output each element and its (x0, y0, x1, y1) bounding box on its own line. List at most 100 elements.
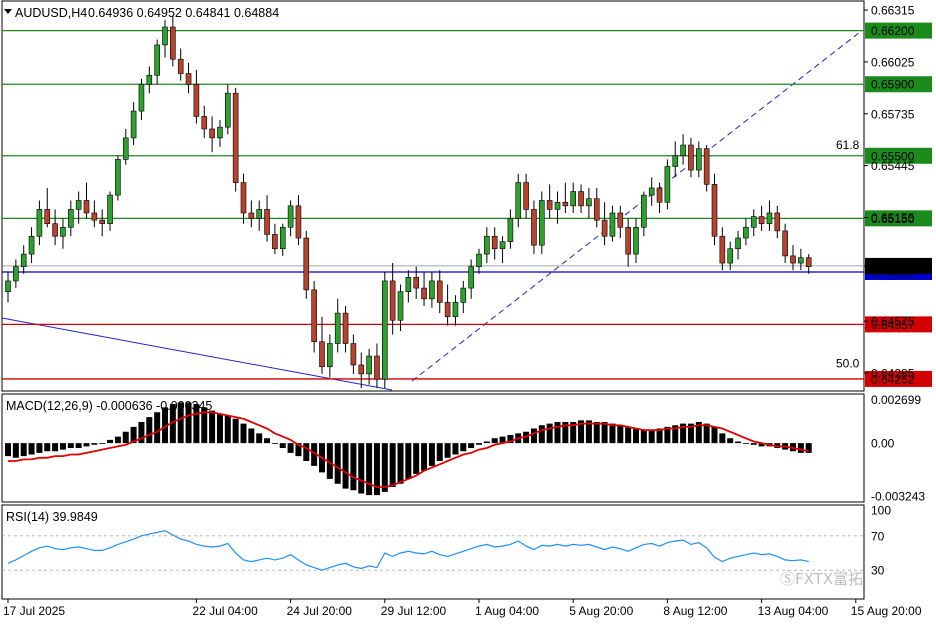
candle[interactable] (562, 182, 569, 213)
candle[interactable] (648, 177, 655, 206)
candle[interactable] (185, 62, 192, 94)
candle[interactable] (209, 116, 215, 153)
candle[interactable] (279, 223, 286, 256)
candle[interactable] (531, 200, 537, 255)
symbol-menu-icon[interactable] (4, 9, 12, 14)
candle[interactable] (695, 141, 702, 178)
candle[interactable] (758, 205, 765, 231)
candle[interactable] (170, 16, 176, 67)
candle[interactable] (507, 209, 514, 249)
candle[interactable] (468, 259, 474, 299)
candle[interactable] (515, 173, 522, 228)
candle[interactable] (303, 230, 310, 299)
candle[interactable] (36, 200, 43, 246)
candle[interactable] (342, 305, 349, 353)
candle[interactable] (13, 259, 19, 289)
candle[interactable] (83, 182, 90, 219)
candle[interactable] (711, 173, 718, 246)
time-tick-label: 22 Jul 04:00 (192, 604, 258, 618)
candle[interactable] (641, 191, 647, 237)
candle[interactable] (680, 134, 686, 165)
candle[interactable] (358, 352, 365, 389)
candle[interactable] (570, 182, 577, 213)
candle[interactable] (225, 84, 231, 135)
candle[interactable] (107, 191, 113, 231)
candle[interactable] (609, 205, 616, 242)
candle[interactable] (154, 39, 160, 85)
candle[interactable] (601, 202, 608, 246)
candle[interactable] (546, 184, 553, 219)
candle[interactable] (703, 145, 710, 192)
candle[interactable] (193, 69, 200, 124)
candle[interactable] (122, 128, 129, 165)
candle[interactable] (578, 184, 584, 213)
candle[interactable] (201, 105, 208, 138)
candle[interactable] (287, 200, 294, 237)
candle[interactable] (499, 236, 506, 264)
candle[interactable] (327, 334, 333, 378)
candle[interactable] (805, 254, 812, 274)
candle[interactable] (52, 209, 58, 246)
candle[interactable] (99, 209, 105, 237)
candle[interactable] (232, 87, 239, 192)
candle[interactable] (750, 209, 757, 237)
candle[interactable] (664, 159, 671, 210)
candle[interactable] (436, 270, 443, 314)
candle[interactable] (586, 187, 592, 219)
candle[interactable] (688, 137, 694, 178)
candle[interactable] (381, 271, 388, 389)
candle[interactable] (421, 271, 427, 306)
candle[interactable] (295, 195, 302, 246)
macd-bar (91, 443, 98, 445)
candle[interactable] (350, 334, 357, 374)
candle[interactable] (484, 227, 490, 264)
candle[interactable] (130, 102, 137, 146)
candle[interactable] (476, 248, 482, 274)
candle[interactable] (617, 205, 624, 239)
candle[interactable] (766, 200, 773, 231)
candle[interactable] (790, 245, 796, 271)
candle[interactable] (334, 298, 341, 353)
candle[interactable] (491, 227, 498, 260)
candle[interactable] (240, 173, 247, 224)
candle[interactable] (719, 227, 726, 271)
candle[interactable] (538, 191, 545, 255)
candle[interactable] (68, 200, 74, 237)
candle[interactable] (319, 316, 325, 374)
candle[interactable] (256, 200, 263, 231)
candle[interactable] (44, 187, 51, 228)
candle[interactable] (798, 248, 804, 271)
candle[interactable] (672, 141, 679, 178)
candle[interactable] (91, 200, 98, 228)
candle[interactable] (782, 223, 788, 264)
candle[interactable] (774, 205, 781, 239)
candle[interactable] (374, 343, 380, 389)
candle[interactable] (460, 280, 467, 314)
candle[interactable] (593, 187, 600, 228)
audusd-h4-chart[interactable]: 61.850.0 0.662000.659000.655000.651500.6… (0, 0, 936, 624)
candle[interactable] (28, 227, 35, 264)
candle[interactable] (248, 200, 255, 228)
candle[interactable] (162, 19, 168, 58)
candle[interactable] (115, 155, 121, 201)
candle[interactable] (429, 271, 435, 308)
candle[interactable] (60, 218, 66, 249)
candle[interactable] (405, 270, 412, 303)
candle[interactable] (177, 48, 184, 81)
candle[interactable] (5, 271, 11, 303)
candle[interactable] (452, 295, 459, 326)
candle[interactable] (633, 218, 639, 264)
candle[interactable] (311, 280, 317, 353)
candle[interactable] (444, 284, 451, 326)
candle[interactable] (272, 223, 278, 255)
candle[interactable] (20, 245, 27, 274)
candle[interactable] (138, 78, 145, 121)
candle[interactable] (217, 120, 223, 147)
candle[interactable] (625, 218, 631, 267)
candle[interactable] (146, 66, 153, 94)
rsi-tick-label: 70 (871, 529, 885, 543)
candle[interactable] (743, 218, 749, 246)
candle[interactable] (735, 230, 741, 260)
candle[interactable] (523, 173, 529, 219)
candle[interactable] (264, 195, 270, 242)
